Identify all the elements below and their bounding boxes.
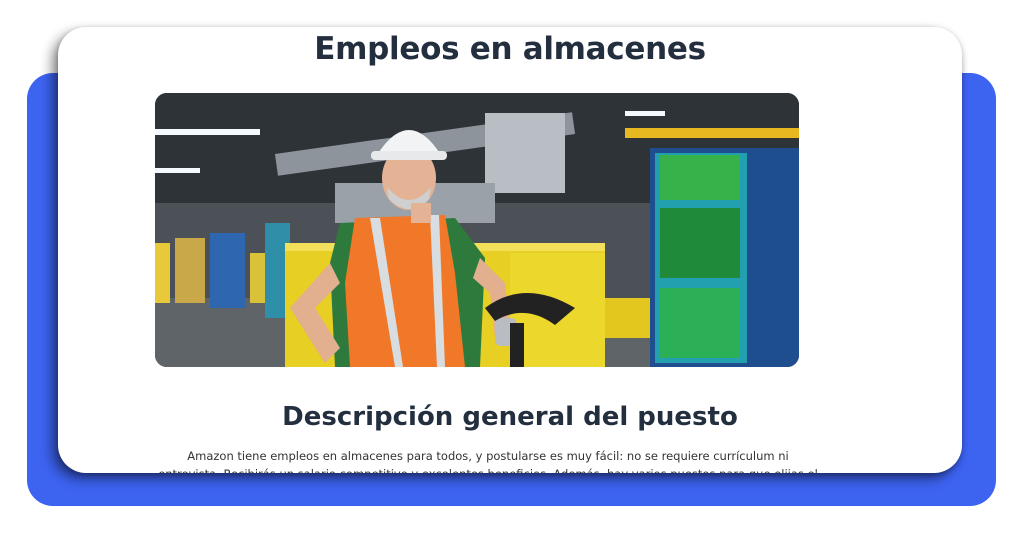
hero-image — [155, 93, 799, 367]
section-title: Descripción general del puesto — [282, 402, 738, 432]
page-title: Empleos en almacenes — [314, 31, 706, 67]
description-paragraph: Amazon tiene empleos en almacenes para t… — [158, 449, 818, 473]
page-card: Empleos en almacenes Descripción general… — [58, 27, 962, 473]
